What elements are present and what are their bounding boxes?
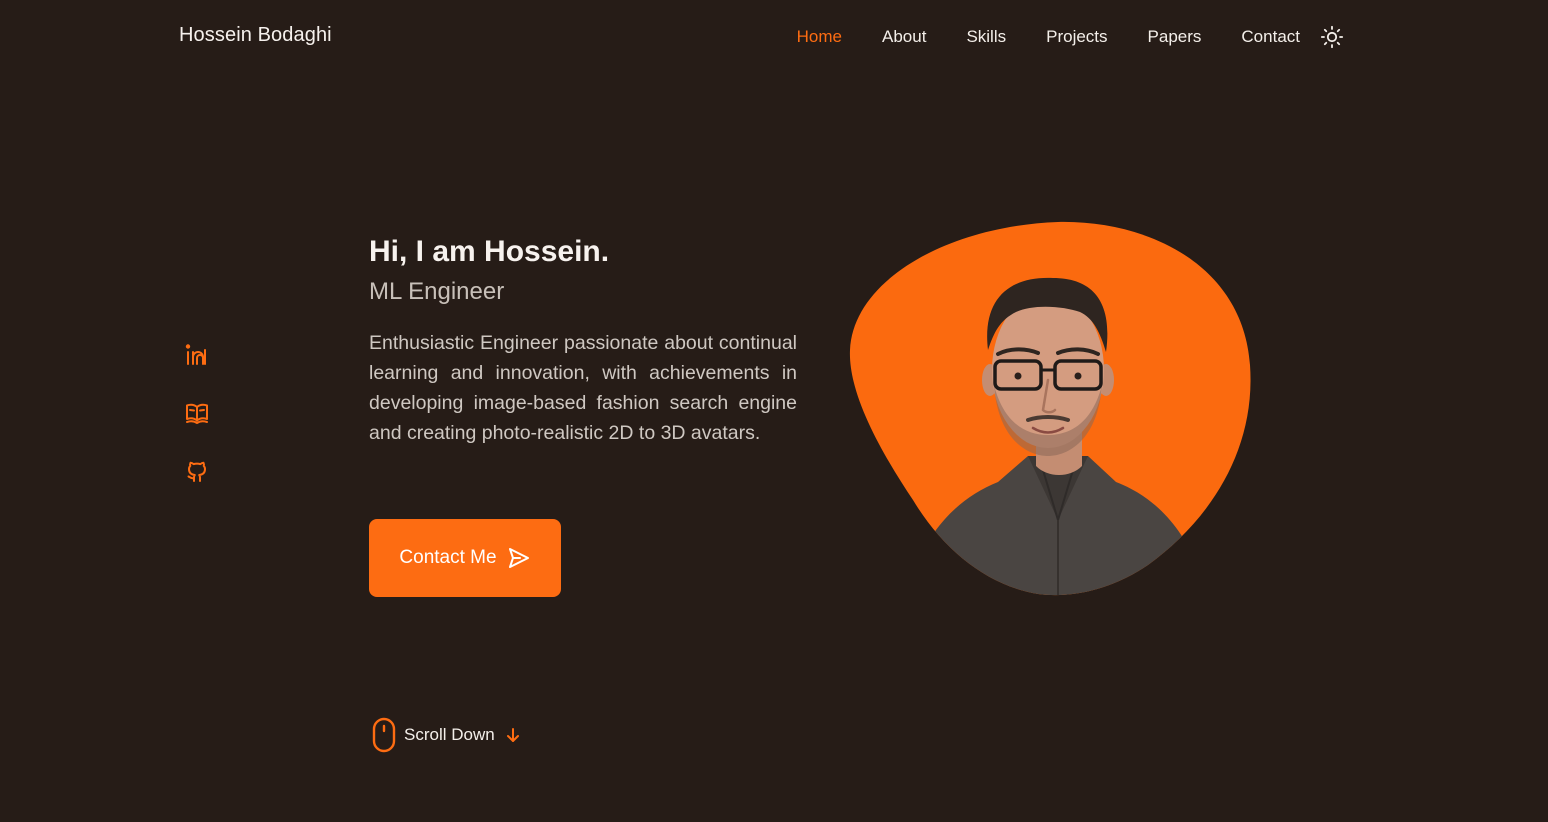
contact-me-button[interactable]: Contact Me [369,519,561,597]
nav-skills[interactable]: Skills [966,25,1006,49]
hero-description: Enthusiastic Engineer passionate about c… [369,332,797,444]
nav-contact[interactable]: Contact [1241,25,1300,49]
send-icon [507,546,531,570]
hero-intro: Hi, I am Hossein. ML Engineer Enthusiast… [369,232,797,468]
nav-home[interactable]: Home [797,25,842,49]
profile-photo [848,220,1252,598]
sun-icon[interactable] [1320,25,1344,49]
nav-papers[interactable]: Papers [1148,25,1202,49]
linkedin-icon[interactable] [184,342,210,368]
contact-me-label: Contact Me [399,547,497,568]
arrow-down-icon [505,726,521,744]
site-brand[interactable]: Hossein Bodaghi [179,24,332,47]
social-links [184,342,210,516]
nav-projects[interactable]: Projects [1046,25,1107,49]
book-icon[interactable] [184,400,210,426]
mouse-icon [371,717,397,753]
site-header: Hossein Bodaghi Home About Skills Projec… [0,0,1548,74]
hero-greeting: Hi, I am Hossein. [369,235,610,268]
github-icon[interactable] [184,458,210,484]
nav-about[interactable]: About [882,25,926,49]
hero-role: ML Engineer [369,278,505,305]
scroll-down-label: Scroll Down [404,725,495,744]
main-nav: Home About Skills Projects Papers Contac… [757,25,1344,49]
scroll-down-link[interactable]: Scroll Down [371,717,521,753]
